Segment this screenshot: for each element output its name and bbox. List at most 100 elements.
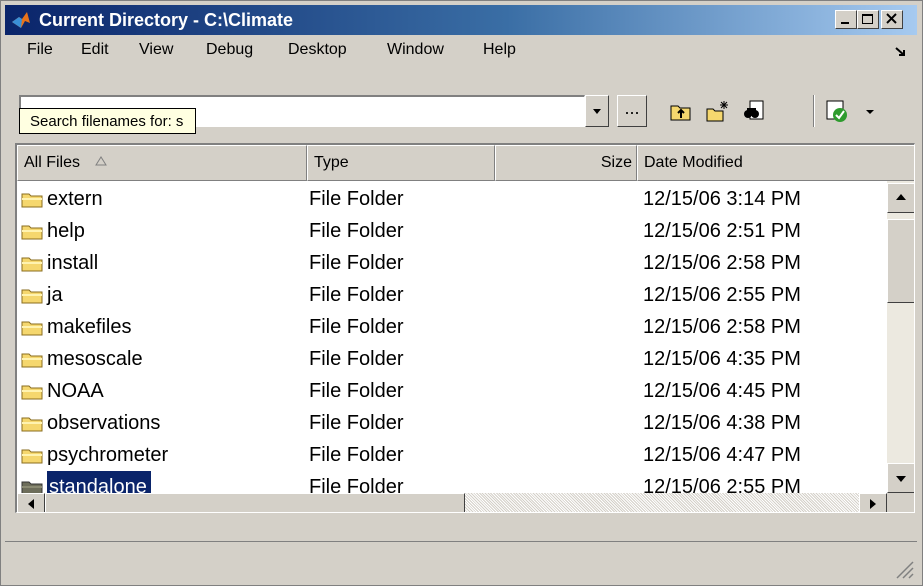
minimize-icon <box>841 22 849 24</box>
new-folder-icon[interactable] <box>705 99 729 123</box>
folder-icon <box>21 385 43 400</box>
file-name: install <box>47 252 99 274</box>
file-name: observations <box>47 412 161 434</box>
maximize-icon <box>862 14 873 24</box>
file-type: File Folder <box>309 284 404 306</box>
menu-help[interactable]: Help <box>483 41 516 59</box>
file-name: help <box>47 220 85 242</box>
menu-desktop[interactable]: Desktop <box>288 41 347 59</box>
file-date: 12/15/06 2:51 PM <box>643 220 801 242</box>
find-files-icon[interactable] <box>741 99 765 123</box>
column-header-size[interactable]: Size <box>495 145 637 181</box>
file-row[interactable]: install File Folder 12/15/06 2:58 PM <box>17 247 887 279</box>
file-type: File Folder <box>309 220 404 242</box>
file-date: 12/15/06 3:14 PM <box>643 188 801 210</box>
file-date: 12/15/06 2:55 PM <box>643 284 801 306</box>
current-directory-window: Current Directory - C:\Climate File Edit… <box>0 0 923 586</box>
file-list[interactable]: All Files Type Size Date Modified extern… <box>15 143 915 513</box>
file-row[interactable]: makefiles File Folder 12/15/06 2:58 PM <box>17 311 887 343</box>
maximize-button[interactable] <box>857 10 879 29</box>
menu-window[interactable]: Window <box>387 41 444 59</box>
file-date: 12/15/06 2:58 PM <box>643 252 801 274</box>
toolbar: Search filenames for: s ... <box>5 89 917 135</box>
file-name: extern <box>47 188 103 210</box>
arrow-down-icon <box>896 476 906 482</box>
directory-reports-icon[interactable] <box>825 99 849 123</box>
reports-dropdown-icon[interactable] <box>863 99 877 123</box>
vertical-scrollbar[interactable] <box>887 181 914 493</box>
file-type: File Folder <box>309 444 404 466</box>
file-date: 12/15/06 4:47 PM <box>643 444 801 466</box>
chevron-down-icon <box>593 109 601 114</box>
column-name-label: All Files <box>24 154 81 171</box>
file-row[interactable]: NOAA File Folder 12/15/06 4:45 PM <box>17 375 887 407</box>
browse-folder-button[interactable]: ... <box>617 95 647 127</box>
menu-view[interactable]: View <box>139 41 173 59</box>
column-header-date[interactable]: Date Modified <box>637 145 914 181</box>
folder-icon <box>21 321 43 336</box>
menu-file[interactable]: File <box>27 41 53 59</box>
column-size-label: Size <box>600 154 632 171</box>
menu-debug[interactable]: Debug <box>206 41 253 59</box>
file-name: NOAA <box>47 380 104 402</box>
file-row[interactable]: psychrometer File Folder 12/15/06 4:47 PM <box>17 439 887 471</box>
menu-edit[interactable]: Edit <box>81 41 109 59</box>
sort-ascending-icon <box>95 156 108 166</box>
file-date: 12/15/06 4:45 PM <box>643 380 801 402</box>
file-type: File Folder <box>309 316 404 338</box>
folder-icon <box>21 449 43 464</box>
file-date: 12/15/06 4:38 PM <box>643 412 801 434</box>
file-row[interactable]: observations File Folder 12/15/06 4:38 PM <box>17 407 887 439</box>
file-name: ja <box>47 284 63 306</box>
file-row[interactable]: mesoscale File Folder 12/15/06 4:35 PM <box>17 343 887 375</box>
column-date-label: Date Modified <box>644 154 743 171</box>
window-title: Current Directory - C:\Climate <box>39 10 294 30</box>
up-folder-icon[interactable] <box>669 99 693 123</box>
column-type-label: Type <box>314 154 349 171</box>
horizontal-scrollbar[interactable] <box>17 493 887 512</box>
folder-icon <box>21 417 43 432</box>
column-header-type[interactable]: Type <box>307 145 495 181</box>
scroll-down-button[interactable] <box>887 463 914 493</box>
file-type: File Folder <box>309 188 404 210</box>
directory-dropdown-button[interactable] <box>585 95 609 127</box>
folder-icon <box>21 257 43 272</box>
title-bar[interactable]: Current Directory - C:\Climate <box>5 5 917 35</box>
file-name: psychrometer <box>47 444 169 466</box>
vertical-scroll-thumb[interactable] <box>887 219 914 303</box>
toolbar-separator <box>813 95 815 127</box>
arrow-left-icon <box>28 499 34 509</box>
file-type: File Folder <box>309 252 404 274</box>
search-tooltip: Search filenames for: s <box>19 108 197 134</box>
file-rows: extern File Folder 12/15/06 3:14 PM help Fil… <box>17 181 887 507</box>
folder-icon <box>21 353 43 368</box>
file-name: mesoscale <box>47 348 143 370</box>
undock-arrow-icon[interactable] <box>895 47 907 57</box>
folder-icon <box>21 193 43 208</box>
scroll-corner <box>887 493 914 512</box>
arrow-up-icon <box>896 194 906 200</box>
column-header-name[interactable]: All Files <box>17 145 307 181</box>
file-date: 12/15/06 4:35 PM <box>643 348 801 370</box>
file-type: File Folder <box>309 380 404 402</box>
resize-grip-icon[interactable] <box>893 558 915 580</box>
file-date: 12/15/06 2:58 PM <box>643 316 801 338</box>
horizontal-scroll-thumb[interactable] <box>45 493 465 512</box>
close-icon <box>886 13 897 24</box>
file-row[interactable]: extern File Folder 12/15/06 3:14 PM <box>17 183 887 215</box>
scroll-left-button[interactable] <box>17 493 45 512</box>
menu-bar: File Edit View Debug Desktop Window Help <box>5 37 917 65</box>
scroll-up-button[interactable] <box>887 183 914 213</box>
folder-icon <box>21 225 43 240</box>
scroll-right-button[interactable] <box>859 493 887 512</box>
matlab-logo-icon <box>12 12 30 28</box>
close-button[interactable] <box>881 10 903 29</box>
minimize-button[interactable] <box>835 10 857 29</box>
file-name: makefiles <box>47 316 132 338</box>
folder-icon <box>21 289 43 304</box>
file-row[interactable]: ja File Folder 12/15/06 2:55 PM <box>17 279 887 311</box>
file-type: File Folder <box>309 348 404 370</box>
status-bar <box>5 541 917 582</box>
file-row[interactable]: help File Folder 12/15/06 2:51 PM <box>17 215 887 247</box>
arrow-right-icon <box>870 499 876 509</box>
